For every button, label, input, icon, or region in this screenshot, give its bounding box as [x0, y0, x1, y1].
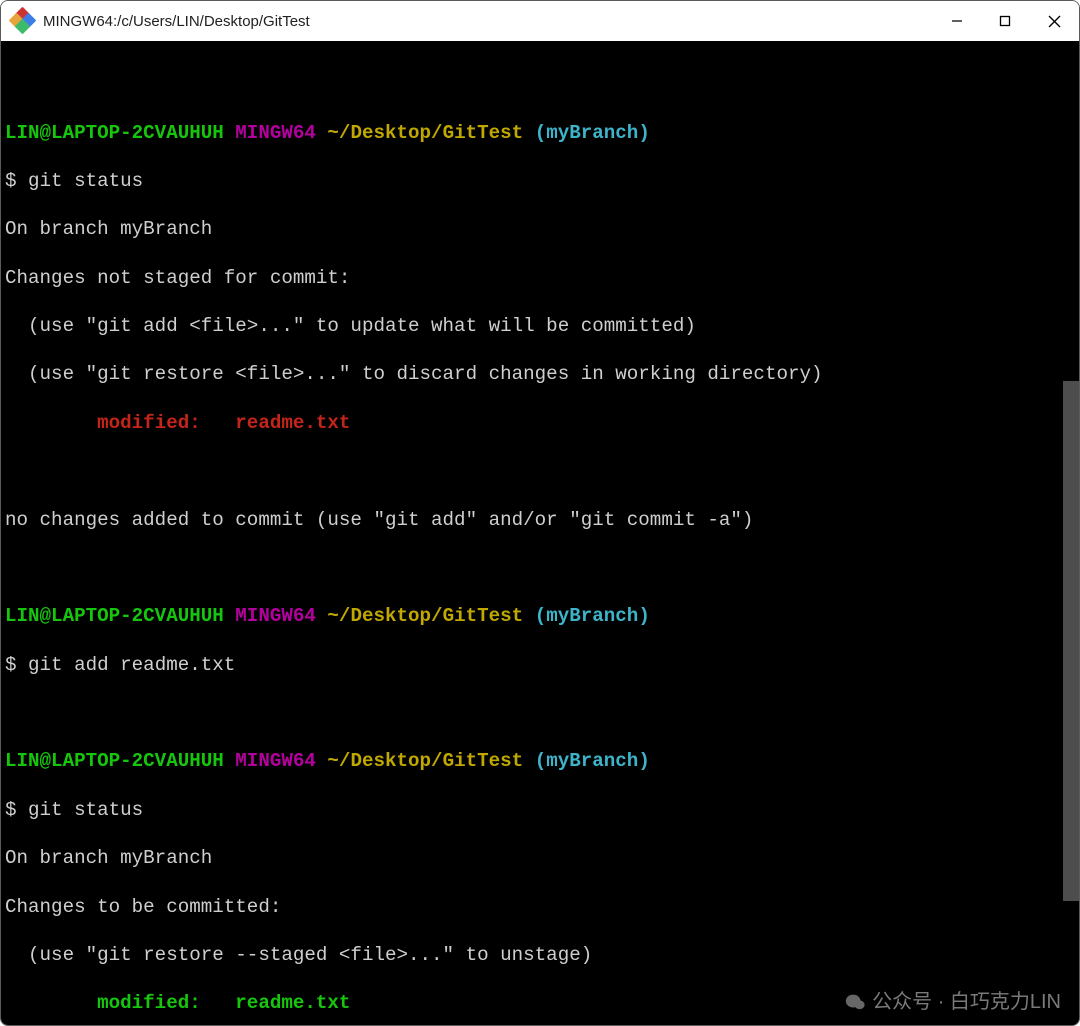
prompt-path: ~/Desktop/GitTest [327, 122, 523, 144]
output-line: (use "git restore <file>..." to discard … [5, 362, 1079, 386]
output-line: (use "git add <file>..." to update what … [5, 314, 1079, 338]
app-icon [11, 9, 35, 33]
terminal-body[interactable]: LIN@LAPTOP-2CVAUHUH MINGW64 ~/Desktop/Gi… [1, 41, 1079, 1025]
watermark: 公众号 · 白巧克力LIN [844, 990, 1061, 1015]
window-controls [933, 1, 1079, 41]
prompt-user: LIN@LAPTOP-2CVAUHUH [5, 122, 224, 144]
command-text: git add readme.txt [28, 654, 235, 676]
command-text: git status [28, 799, 143, 821]
minimize-button[interactable] [933, 1, 981, 41]
modified-unstaged: modified: readme.txt [5, 411, 1079, 435]
scrollbar-thumb[interactable] [1063, 381, 1079, 901]
terminal-window: MINGW64:/c/Users/LIN/Desktop/GitTest LIN… [0, 0, 1080, 1026]
output-line: Changes not staged for commit: [5, 266, 1079, 290]
output-line: On branch myBranch [5, 217, 1079, 241]
command-text: git status [28, 170, 143, 192]
close-button[interactable] [1029, 1, 1079, 41]
scrollbar-track[interactable] [1063, 41, 1079, 1025]
prompt-symbol: $ [5, 170, 28, 192]
titlebar[interactable]: MINGW64:/c/Users/LIN/Desktop/GitTest [1, 1, 1079, 41]
window-title: MINGW64:/c/Users/LIN/Desktop/GitTest [43, 13, 933, 30]
output-line: Changes to be committed: [5, 895, 1079, 919]
maximize-button[interactable] [981, 1, 1029, 41]
prompt-shell: MINGW64 [235, 122, 316, 144]
watermark-text: 公众号 · 白巧克力LIN [872, 990, 1061, 1015]
output-line: (use "git restore --staged <file>..." to… [5, 943, 1079, 967]
output-line: On branch myBranch [5, 846, 1079, 870]
output-line: no changes added to commit (use "git add… [5, 508, 1079, 532]
prompt-branch: (myBranch) [535, 122, 650, 144]
wechat-icon [844, 991, 866, 1013]
